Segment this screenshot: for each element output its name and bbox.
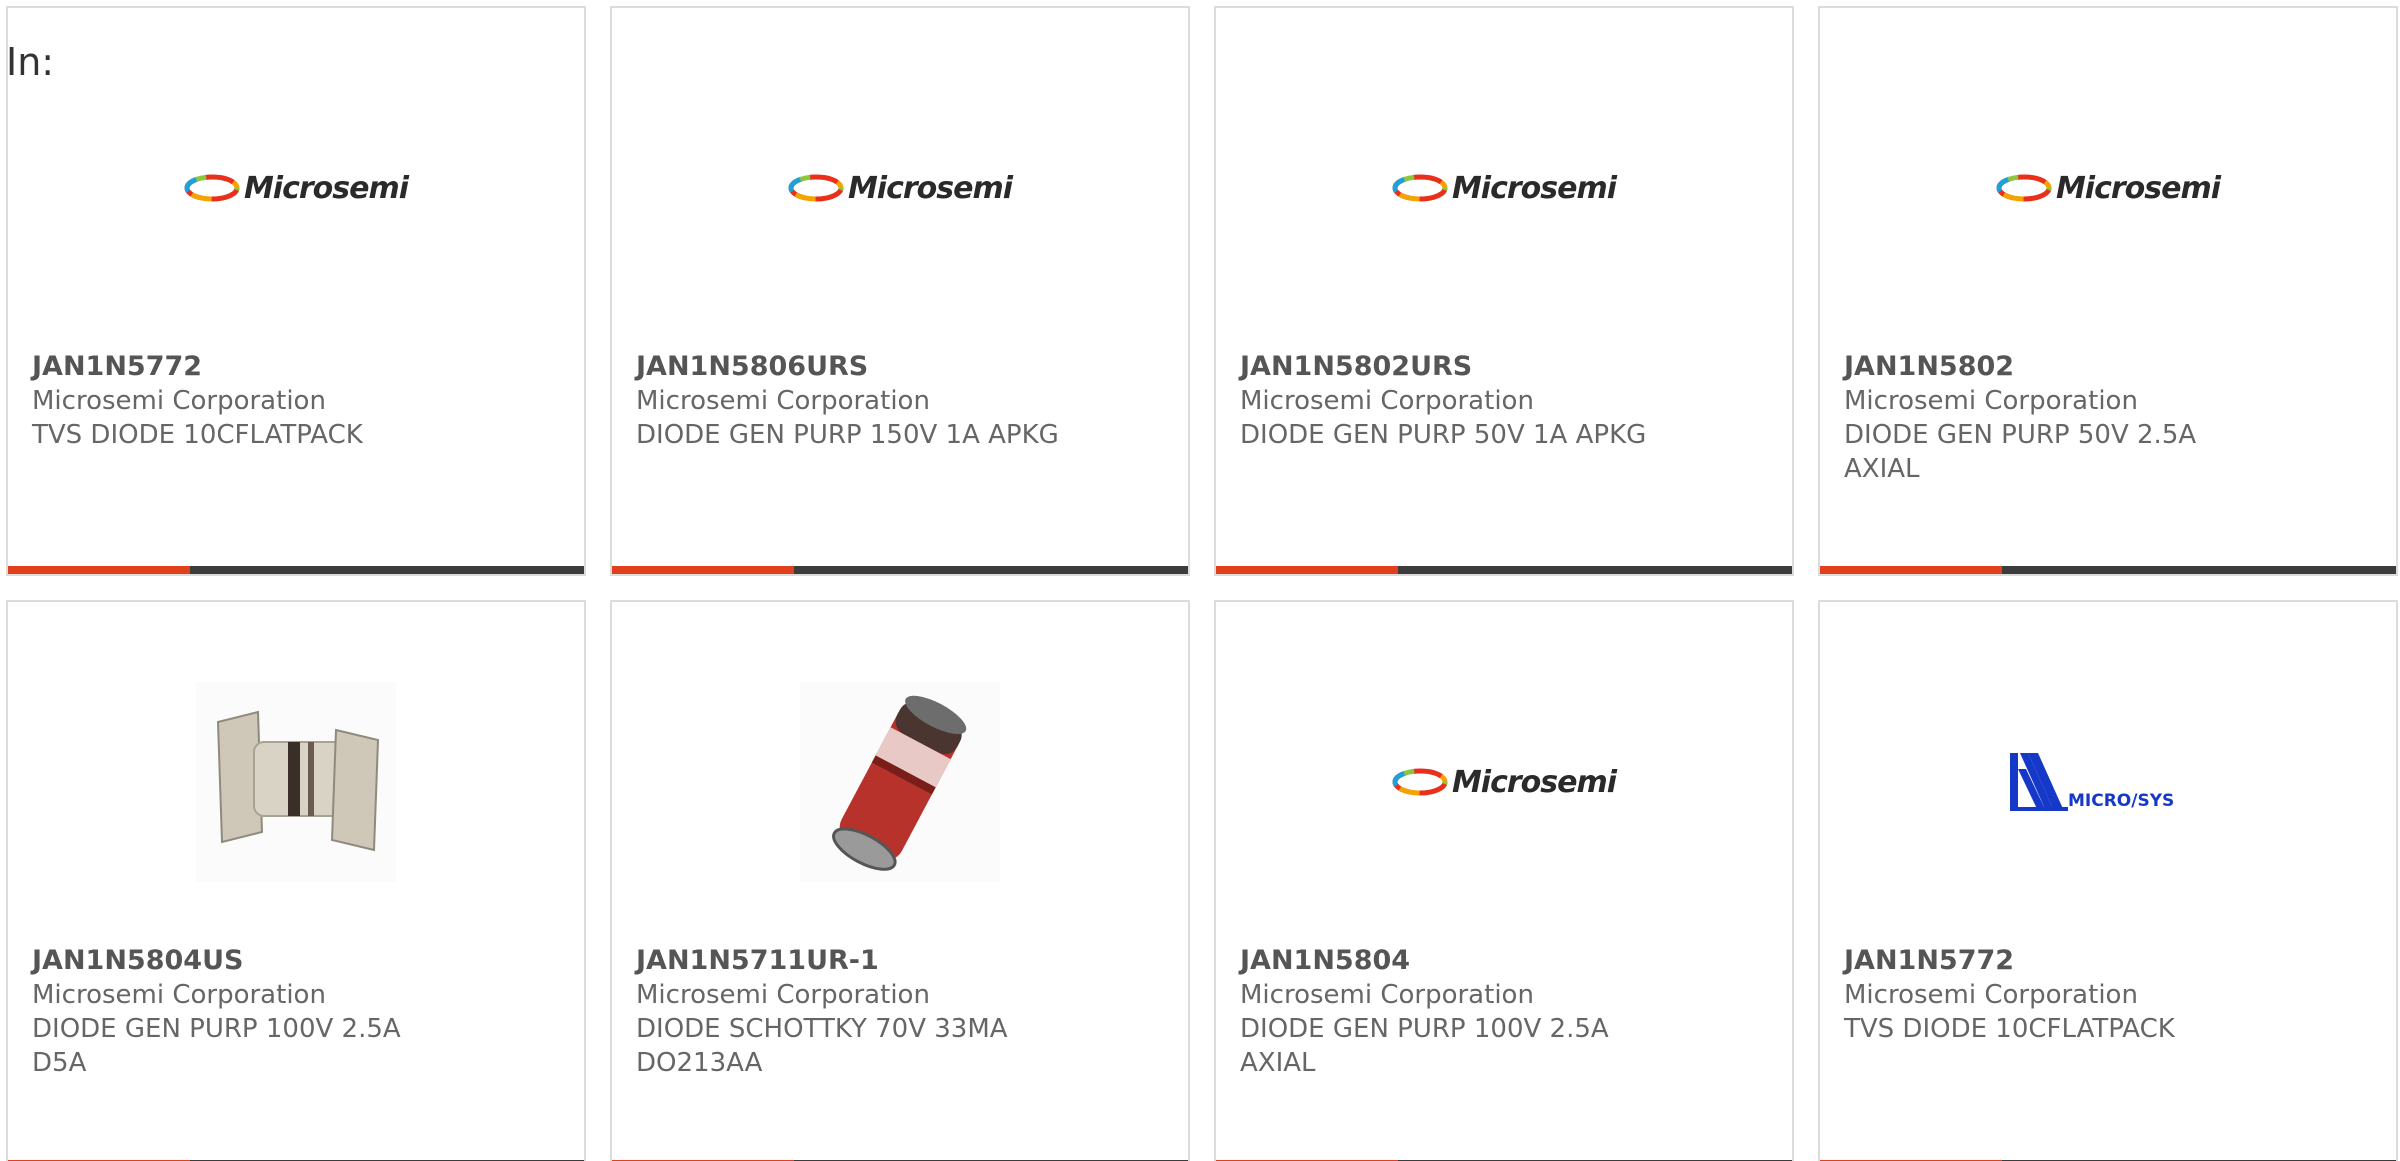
product-image[interactable]: MICRO/SYS	[1820, 662, 2396, 902]
product-info: JAN1N5802URS Microsemi Corporation DIODE…	[1240, 350, 1768, 452]
product-image[interactable]	[8, 662, 584, 902]
description: DIODE GEN PURP 50V 1A APKG	[1240, 420, 1647, 450]
part-number[interactable]: JAN1N5806URS	[636, 350, 1164, 384]
microsemi-swirl-icon	[1392, 174, 1448, 202]
part-number[interactable]: JAN1N5772	[32, 350, 560, 384]
microsys-logo-text: MICRO/SYS	[2068, 791, 2175, 811]
microsemi-logo-text: Microsemi	[1451, 764, 1617, 800]
part-number[interactable]: JAN1N5802	[1844, 350, 2372, 384]
d5a-diode-photo	[196, 682, 396, 882]
microsemi-logo: Microsemi	[1996, 170, 2221, 206]
microsemi-swirl-icon	[1392, 768, 1448, 796]
product-image[interactable]: Microsemi	[8, 68, 584, 308]
microsemi-logo: Microsemi	[184, 170, 409, 206]
part-number[interactable]: JAN1N5772	[1844, 944, 2372, 978]
manufacturer: Microsemi Corporation	[32, 386, 326, 416]
product-info: JAN1N5804US Microsemi Corporation DIODE …	[32, 944, 560, 1080]
microsemi-logo: Microsemi	[1392, 170, 1617, 206]
product-card[interactable]: JAN1N5711UR-1 Microsemi Corporation DIOD…	[610, 600, 1190, 1161]
card-footer-accent	[1820, 566, 2002, 574]
filter-label: In:	[6, 40, 55, 84]
microsemi-logo-text: Microsemi	[243, 170, 409, 206]
description: TVS DIODE 10CFLATPACK	[32, 420, 363, 450]
product-info: JAN1N5772 Microsemi Corporation TVS DIOD…	[1844, 944, 2372, 1046]
part-number[interactable]: JAN1N5804US	[32, 944, 560, 978]
microsys-logo: MICRO/SYS	[2008, 747, 2208, 817]
manufacturer: Microsemi Corporation	[636, 980, 930, 1010]
microsemi-logo: Microsemi	[788, 170, 1013, 206]
part-number[interactable]: JAN1N5711UR-1	[636, 944, 1164, 978]
part-number[interactable]: JAN1N5804	[1240, 944, 1768, 978]
manufacturer: Microsemi Corporation	[1844, 980, 2138, 1010]
product-info: JAN1N5772 Microsemi Corporation TVS DIOD…	[32, 350, 560, 452]
product-info: JAN1N5806URS Microsemi Corporation DIODE…	[636, 350, 1164, 452]
description: DIODE GEN PURP 150V 1A APKG	[636, 420, 1059, 450]
description: DIODE SCHOTTKY 70V 33MA DO213AA	[636, 1014, 1008, 1078]
product-info: JAN1N5711UR-1 Microsemi Corporation DIOD…	[636, 944, 1164, 1080]
manufacturer: Microsemi Corporation	[32, 980, 326, 1010]
product-card[interactable]: Microsemi JAN1N5806URS Microsemi Corpora…	[610, 6, 1190, 576]
product-info: JAN1N5802 Microsemi Corporation DIODE GE…	[1844, 350, 2372, 486]
part-number[interactable]: JAN1N5802URS	[1240, 350, 1768, 384]
card-footer-accent	[612, 566, 794, 574]
product-image[interactable]: Microsemi	[1216, 68, 1792, 308]
product-image[interactable]: Microsemi	[1820, 68, 2396, 308]
product-info: JAN1N5804 Microsemi Corporation DIODE GE…	[1240, 944, 1768, 1080]
product-card[interactable]: Microsemi JAN1N5772 Microsemi Corporatio…	[6, 6, 586, 576]
manufacturer: Microsemi Corporation	[1844, 386, 2138, 416]
manufacturer: Microsemi Corporation	[1240, 980, 1534, 1010]
microsemi-swirl-icon	[788, 174, 844, 202]
product-card[interactable]: Microsemi JAN1N5802URS Microsemi Corpora…	[1214, 6, 1794, 576]
manufacturer: Microsemi Corporation	[636, 386, 930, 416]
microsemi-swirl-icon	[1996, 174, 2052, 202]
product-card[interactable]: Microsemi JAN1N5804 Microsemi Corporatio…	[1214, 600, 1794, 1161]
card-footer-accent	[1216, 566, 1398, 574]
description: TVS DIODE 10CFLATPACK	[1844, 1014, 2175, 1044]
product-card[interactable]: Microsemi JAN1N5802 Microsemi Corporatio…	[1818, 6, 2398, 576]
product-image[interactable]	[612, 662, 1188, 902]
card-footer-accent	[8, 566, 190, 574]
microsemi-logo-text: Microsemi	[847, 170, 1013, 206]
product-grid: Microsemi JAN1N5772 Microsemi Corporatio…	[6, 6, 2400, 1161]
page: In: Microsemi JAN1N5772 Microsemi Corpor…	[0, 0, 2400, 1161]
manufacturer: Microsemi Corporation	[1240, 386, 1534, 416]
description: DIODE GEN PURP 50V 2.5A AXIAL	[1844, 420, 2197, 484]
product-image[interactable]: Microsemi	[612, 68, 1188, 308]
microsemi-logo-text: Microsemi	[2055, 170, 2221, 206]
product-card[interactable]: MICRO/SYS JAN1N5772 Microsemi Corporatio…	[1818, 600, 2398, 1161]
microsemi-logo: Microsemi	[1392, 764, 1617, 800]
product-card[interactable]: JAN1N5804US Microsemi Corporation DIODE …	[6, 600, 586, 1161]
description: DIODE GEN PURP 100V 2.5A D5A	[32, 1014, 401, 1078]
microsemi-logo-text: Microsemi	[1451, 170, 1617, 206]
description: DIODE GEN PURP 100V 2.5A AXIAL	[1240, 1014, 1609, 1078]
do213aa-diode-photo	[800, 682, 1000, 882]
microsemi-swirl-icon	[184, 174, 240, 202]
product-image[interactable]: Microsemi	[1216, 662, 1792, 902]
